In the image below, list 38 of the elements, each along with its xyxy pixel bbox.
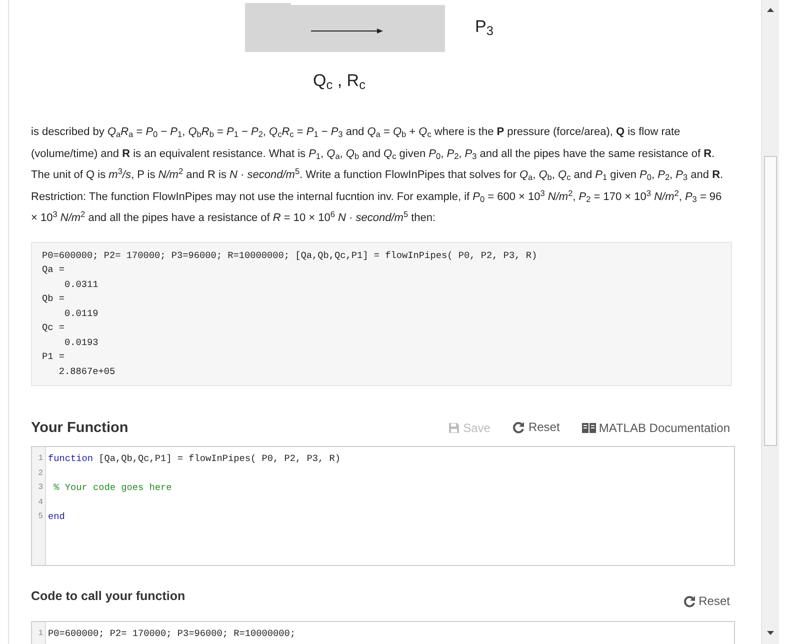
line-number: 1 [37, 453, 44, 466]
code-line: % Your code goes here [52, 481, 173, 496]
line-number: 1 [37, 628, 44, 640]
line-number: 2 [37, 468, 44, 480]
output-line: 0.0311 [64, 278, 100, 292]
code-editor[interactable]: 1 2 3 4 5 function [Qa,Qb,Qc,P1] = flowInPipes( P0, P2, P3, R) % Your code goes here end [31, 446, 735, 566]
scroll-up-icon[interactable] [767, 8, 774, 12]
output-line: Qa = [42, 263, 66, 278]
reset-button[interactable]: Reset [508, 418, 564, 436]
output-line: Qc = [42, 321, 66, 336]
line-number: 3 [37, 482, 44, 494]
pressure-label: P$_{3}$ [475, 16, 494, 40]
reset-icon [682, 594, 696, 608]
section-title: Your Function [31, 420, 128, 438]
reset-icon [512, 420, 526, 434]
reset-button[interactable]: Reset [678, 592, 734, 610]
output-line: 0.0193 [64, 336, 100, 350]
scroll-down-icon[interactable] [767, 631, 774, 635]
output-line: P1 = [42, 350, 66, 364]
documentation-button[interactable]: MATLAB Documentation [578, 418, 734, 437]
scrollbar-thumb[interactable] [764, 156, 777, 446]
code-token: [Qa,Qb,Qc,P1] = flowInPipes( P0, P2, P3, R) [98, 453, 341, 464]
line-number: 4 [37, 496, 44, 509]
section-title: Code to call your function [31, 589, 186, 604]
scrollbar[interactable] [761, 0, 779, 644]
code-line: P0=600000; P2= 170000; P3=96000; R=10000000; [48, 627, 296, 642]
output-line: P0=600000; P2= 170000; P3=96000; R=10000000; [Qa,Qb,Qc,P1] = flowInPipes( P0, P2, P3, R) [42, 248, 538, 263]
line-number: 5 [37, 511, 44, 524]
code-line: end [48, 510, 66, 524]
problem-description: is described by Q$_{a}$R$_{a}$ = P$_{0}$ − P$_{1}$, Q$_{b}$R$_{b}$ = P$_{1}$ − P$_{2}$, Q$_{c}$R$_{c}$ = P$_{1}$ − P$_{3}$ and Q$_{a}$ = Q$_{b}$ + Q$_{c}$ where is the P pressure (force/area), Q is flow rate (volume/time) and R is an equivalent resistance. What is P$_{1}$, Q$_{a}$, Q$_{b}$ and Q$_{c}$ given P$_{0}$, P$_{2}$, P$_{3}$ and all the pipes have the same resistance of R. The unit of Q is m$^{3}$/s, P is N/m$^{2}$ and R is N · second/m$^{5}$. Write a function FlowInPipes that solves for Q$_{a}$, Q$_{b}$, Q$_{c}$ and P$_{1}$ given P$_{0}$, P$_{2}$, P$_{3}$ and R. Restriction: The function FlowInPipes may not use the internal fucntion inv. For example, if P$_{0}$ = 600 × 10$^{3}$ N/m$^{2}$, P$_{2}$ = 170 × 10$^{3}$ N/m$^{2}$, P$_{3}$ = 96 × 10$^{3}$ N/m$^{2}$ and all the pipes have a resistance of R = 10 × 10$^{6}$ N · second/m$^{5}$ then: [31, 125, 724, 226]
output-line: Qb = [42, 292, 66, 306]
save-icon [448, 422, 460, 434]
output-line: 0.0119 [64, 306, 100, 321]
pipe-label: Q$_{c}$ , R$_{c}$ [313, 70, 366, 94]
code-editor[interactable]: 1 P0=600000; P2= 170000; P3=96000; R=10000000; [31, 621, 735, 644]
output-line: 2.8867e+05 [58, 364, 116, 379]
book-icon [582, 422, 596, 434]
code-token: function [48, 453, 94, 464]
